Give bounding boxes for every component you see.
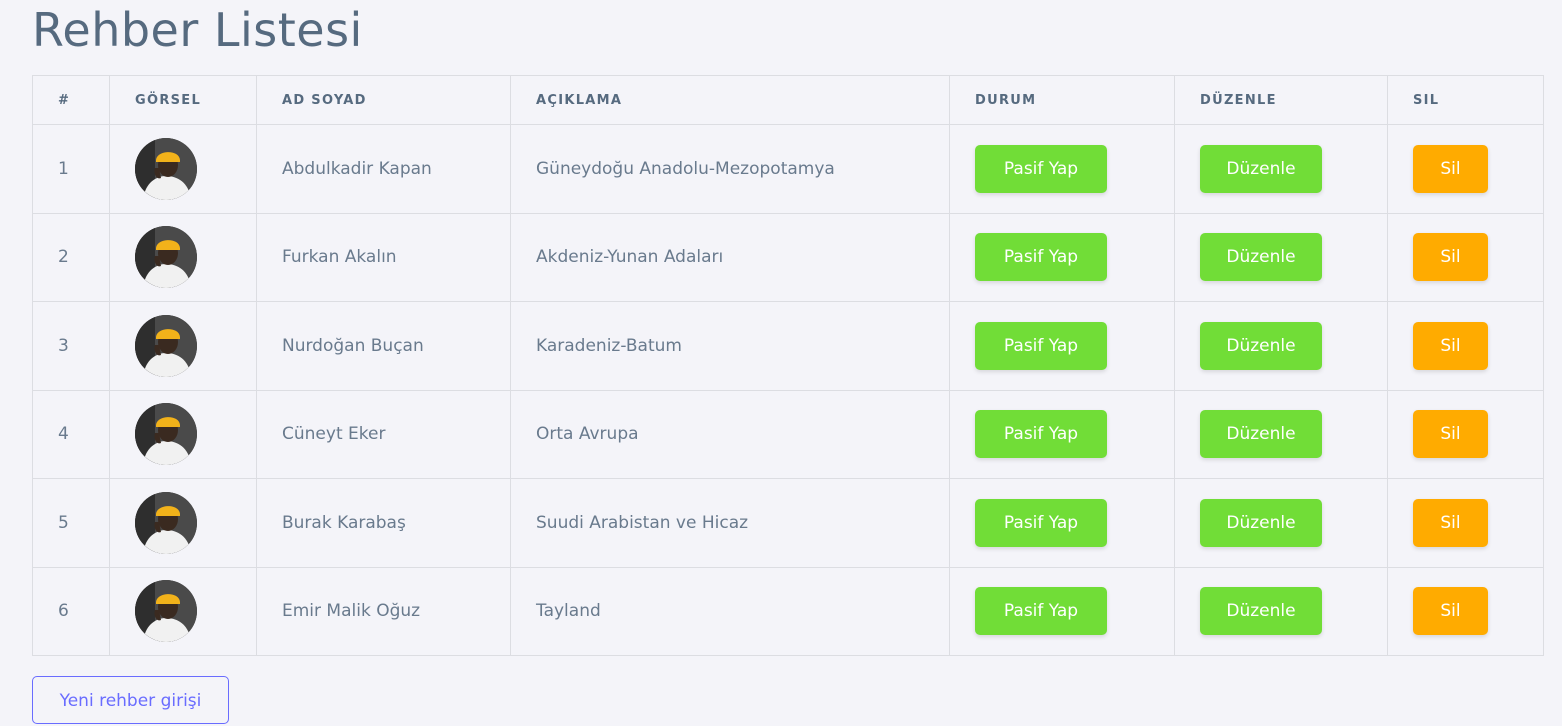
row-delete-cell: Sil	[1387, 301, 1544, 391]
edit-button[interactable]: Düzenle	[1200, 144, 1322, 193]
delete-button[interactable]: Sil	[1413, 410, 1488, 459]
row-image-cell	[109, 478, 257, 568]
row-description: Suudi Arabistan ve Hicaz	[510, 478, 950, 568]
row-edit-cell: Düzenle	[1174, 124, 1388, 214]
row-image-cell	[109, 566, 257, 656]
table-row: 4 Cüneyt Eker Orta Avrupa Pasif Yap Düzenle S…	[32, 389, 1544, 479]
row-name: Emir Malik Oğuz	[256, 566, 511, 656]
deactivate-button[interactable]: Pasif Yap	[975, 144, 1107, 193]
row-description: Orta Avrupa	[510, 389, 950, 479]
row-status-cell: Pasif Yap	[949, 212, 1175, 302]
row-image-cell	[109, 124, 257, 214]
col-header-image: GÖRSEL	[109, 75, 257, 125]
new-guide-entry-button[interactable]: Yeni rehber girişi	[32, 676, 229, 724]
row-status-cell: Pasif Yap	[949, 478, 1175, 568]
row-index: 5	[32, 478, 110, 568]
deactivate-button[interactable]: Pasif Yap	[975, 233, 1107, 282]
row-edit-cell: Düzenle	[1174, 478, 1388, 568]
col-header-delete: SIL	[1387, 75, 1544, 125]
row-image-cell	[109, 389, 257, 479]
row-index: 4	[32, 389, 110, 479]
avatar	[135, 226, 197, 289]
row-index: 6	[32, 566, 110, 656]
row-status-cell: Pasif Yap	[949, 566, 1175, 656]
row-name: Cüneyt Eker	[256, 389, 511, 479]
edit-button[interactable]: Düzenle	[1200, 233, 1322, 282]
table-row: 1 Abdulkadir Kapan Güneydoğu Anadolu-Mezop…	[32, 124, 1544, 214]
col-header-edit: DÜZENLE	[1174, 75, 1388, 125]
row-description: Güneydoğu Anadolu-Mezopotamya	[510, 124, 950, 214]
avatar	[135, 491, 197, 554]
deactivate-button[interactable]: Pasif Yap	[975, 321, 1107, 370]
row-edit-cell: Düzenle	[1174, 566, 1388, 656]
deactivate-button[interactable]: Pasif Yap	[975, 587, 1107, 636]
row-delete-cell: Sil	[1387, 566, 1544, 656]
edit-button[interactable]: Düzenle	[1200, 410, 1322, 459]
table-row: 2 Furkan Akalın Akdeniz-Yunan Adaları Pasif…	[32, 212, 1544, 302]
col-header-description: AÇIKLAMA	[510, 75, 950, 125]
row-delete-cell: Sil	[1387, 124, 1544, 214]
row-description: Karadeniz-Batum	[510, 301, 950, 391]
row-index: 3	[32, 301, 110, 391]
avatar	[135, 403, 197, 466]
col-header-index: #	[32, 75, 110, 125]
table-row: 5 Burak Karabaş Suudi Arabistan ve Hicaz Pa…	[32, 478, 1544, 568]
row-description: Akdeniz-Yunan Adaları	[510, 212, 950, 302]
row-status-cell: Pasif Yap	[949, 389, 1175, 479]
row-image-cell	[109, 212, 257, 302]
row-edit-cell: Düzenle	[1174, 212, 1388, 302]
col-header-status: DURUM	[949, 75, 1175, 125]
row-status-cell: Pasif Yap	[949, 301, 1175, 391]
avatar	[135, 137, 197, 200]
row-name: Abdulkadir Kapan	[256, 124, 511, 214]
row-edit-cell: Düzenle	[1174, 389, 1388, 479]
delete-button[interactable]: Sil	[1413, 321, 1488, 370]
edit-button[interactable]: Düzenle	[1200, 498, 1322, 547]
delete-button[interactable]: Sil	[1413, 144, 1488, 193]
table-row: 6 Emir Malik Oğuz Tayland Pasif Yap Düzenle S…	[32, 566, 1544, 656]
col-header-name: AD SOYAD	[256, 75, 511, 125]
table-header-row: # GÖRSEL AD SOYAD AÇIKLAMA DURUM DÜZENLE…	[32, 75, 1544, 125]
row-delete-cell: Sil	[1387, 389, 1544, 479]
edit-button[interactable]: Düzenle	[1200, 587, 1322, 636]
deactivate-button[interactable]: Pasif Yap	[975, 410, 1107, 459]
guide-table: # GÖRSEL AD SOYAD AÇIKLAMA DURUM DÜZENLE…	[32, 75, 1544, 656]
row-status-cell: Pasif Yap	[949, 124, 1175, 214]
page-title: Rehber Listesi	[32, 3, 363, 57]
delete-button[interactable]: Sil	[1413, 587, 1488, 636]
delete-button[interactable]: Sil	[1413, 498, 1488, 547]
row-name: Furkan Akalın	[256, 212, 511, 302]
table-row: 3 Nurdoğan Buçan Karadeniz-Batum Pasif Yap D…	[32, 301, 1544, 391]
avatar	[135, 580, 197, 643]
row-delete-cell: Sil	[1387, 478, 1544, 568]
avatar	[135, 314, 197, 377]
row-index: 2	[32, 212, 110, 302]
edit-button[interactable]: Düzenle	[1200, 321, 1322, 370]
deactivate-button[interactable]: Pasif Yap	[975, 498, 1107, 547]
row-delete-cell: Sil	[1387, 212, 1544, 302]
row-edit-cell: Düzenle	[1174, 301, 1388, 391]
row-name: Burak Karabaş	[256, 478, 511, 568]
row-image-cell	[109, 301, 257, 391]
row-index: 1	[32, 124, 110, 214]
row-description: Tayland	[510, 566, 950, 656]
delete-button[interactable]: Sil	[1413, 233, 1488, 282]
row-name: Nurdoğan Buçan	[256, 301, 511, 391]
